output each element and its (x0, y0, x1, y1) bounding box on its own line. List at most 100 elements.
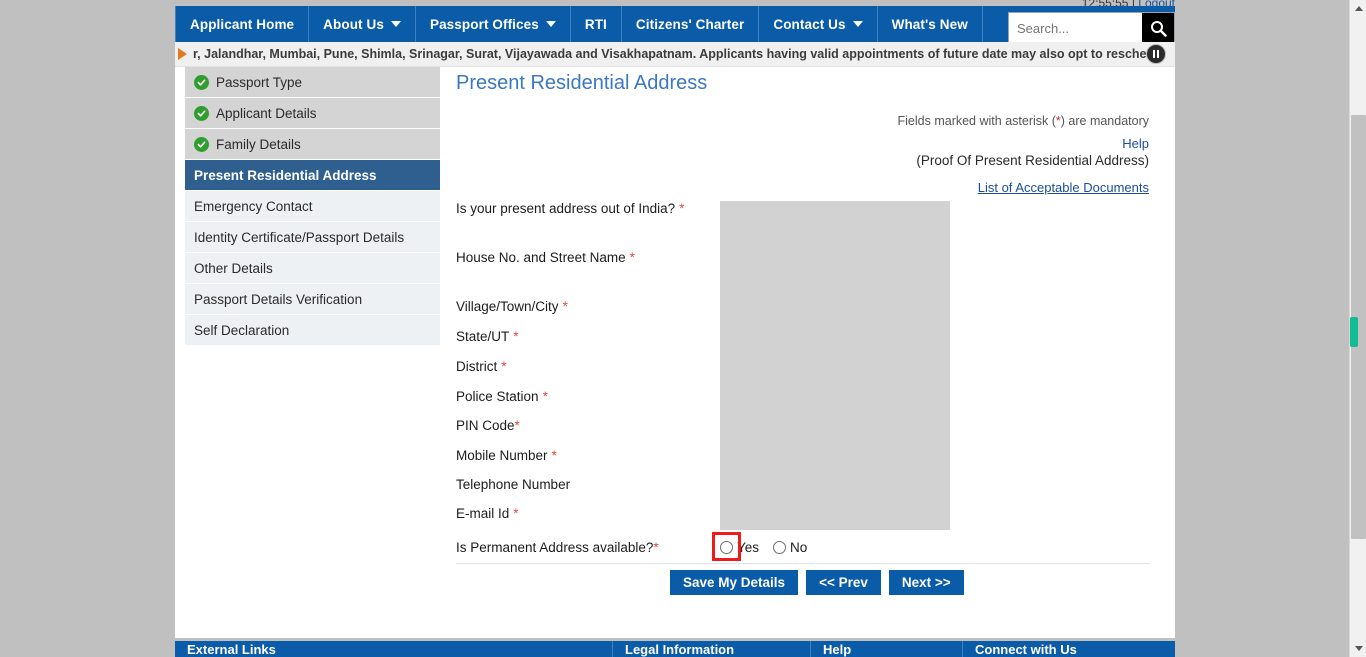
main-content: Passport Type Applicant Details Family Det… (175, 67, 1175, 638)
required-asterisk: * (629, 250, 635, 265)
chevron-down-icon (852, 21, 863, 27)
radio-option-yes[interactable]: Yes (712, 532, 773, 561)
scroll-down-arrow-icon[interactable] (1350, 640, 1366, 657)
field-label-is-your-present-address-out-of-india: Is your present address out of India? * (456, 201, 684, 216)
sidebar-item-identity-certificate-passport-details[interactable]: Identity Certificate/Passport Details (185, 222, 440, 253)
radio-label: No (790, 540, 808, 555)
required-asterisk: * (679, 201, 685, 216)
sidebar-item-label: Self Declaration (194, 322, 290, 338)
form-action-buttons: Save My Details << Prev Next >> (670, 570, 964, 595)
field-label-text: House No. and Street Name (456, 250, 626, 265)
nav-item-label: Applicant Home (190, 16, 295, 32)
nav-item-what-s-new[interactable]: What's New (878, 6, 983, 42)
search-input[interactable] (1009, 13, 1142, 43)
sidebar-item-label: Present Residential Address (194, 167, 377, 183)
field-label-state-ut: State/UT * (456, 329, 519, 344)
play-triangle-icon (178, 48, 187, 60)
nav-item-label: Citizens' Charter (635, 16, 745, 32)
page-background-left (0, 0, 175, 657)
nav-item-label: About Us (323, 16, 384, 32)
scroll-up-arrow-icon[interactable] (1350, 0, 1366, 17)
sidebar-item-other-details[interactable]: Other Details (185, 253, 440, 284)
sidebar-item-label: Identity Certificate/Passport Details (194, 229, 405, 245)
save-my-details-button[interactable]: Save My Details (670, 570, 799, 595)
footer-column-heading: Legal Information (625, 642, 735, 657)
field-label-text: State/UT (456, 329, 510, 344)
nav-item-citizens-charter[interactable]: Citizens' Charter (622, 6, 760, 42)
help-link[interactable]: Help (1005, 136, 1149, 151)
nav-item-about-us[interactable]: About Us (309, 6, 416, 42)
mandatory-note-suffix: ) are mandatory (1060, 114, 1149, 128)
sidebar-item-label: Passport Type (216, 74, 303, 90)
permanent-address-label: Is Permanent Address available?* (456, 540, 659, 555)
search-icon (1150, 20, 1167, 37)
nav-item-label: What's New (891, 16, 968, 32)
search-box (1008, 12, 1175, 44)
field-label-house-no-and-street-name: House No. and Street Name * (456, 250, 635, 265)
field-label-district: District * (456, 359, 507, 374)
field-label-e-mail-id: E-mail Id * (456, 506, 519, 521)
sidebar-item-label: Emergency Contact (194, 198, 313, 214)
sidebar-item-label: Passport Details Verification (194, 291, 363, 307)
nav-item-passport-offices[interactable]: Passport Offices (416, 6, 571, 42)
page-root: 12:55:55 | Logout Applicant Home About Us… (0, 0, 1366, 657)
radio-button-no[interactable] (773, 541, 787, 554)
permanent-address-row: Is Permanent Address available?* Yes No (456, 532, 1150, 564)
radio-button-yes[interactable] (720, 541, 733, 554)
sidebar-item-present-residential-address[interactable]: Present Residential Address (185, 160, 440, 191)
required-asterisk: * (562, 299, 568, 314)
required-asterisk: * (551, 448, 557, 463)
sidebar-item-passport-type[interactable]: Passport Type (185, 67, 440, 98)
chevron-down-icon (390, 21, 401, 27)
sidebar-item-label: Family Details (216, 136, 301, 152)
check-circle-icon (194, 74, 209, 90)
footer-column-heading: Connect with Us (975, 642, 1077, 657)
page-background-right (1175, 0, 1332, 657)
check-circle-icon (194, 105, 209, 121)
nav-item-label: Passport Offices (429, 16, 539, 32)
sidebar-item-self-declaration[interactable]: Self Declaration (185, 315, 440, 346)
page-title: Present Residential Address (456, 72, 708, 94)
field-label-mobile-number: Mobile Number * (456, 448, 557, 463)
sidebar-item-family-details[interactable]: Family Details (185, 129, 440, 160)
field-label-telephone-number: Telephone Number (456, 477, 570, 492)
mandatory-fields-note: Fields marked with asterisk (*) are mand… (705, 114, 1149, 128)
form-inputs-panel (720, 201, 950, 530)
field-label-text: Police Station (456, 389, 539, 404)
required-asterisk: * (501, 359, 507, 374)
nav-item-label: Contact Us (773, 16, 846, 32)
mandatory-note-prefix: Fields marked with asterisk ( (897, 114, 1056, 128)
prev-button[interactable]: << Prev (806, 570, 881, 595)
field-label-text: PIN Code (456, 418, 515, 433)
sidebar-item-applicant-details[interactable]: Applicant Details (185, 98, 440, 129)
footer-column-help: Help (810, 641, 962, 657)
next-button[interactable]: Next >> (888, 570, 964, 595)
field-label-village-town-city: Village/Town/City * (456, 299, 568, 314)
news-ticker: r, Jalandhar, Mumbai, Pune, Shimla, Srin… (175, 42, 1175, 67)
browser-scrollbar[interactable] (1349, 0, 1366, 657)
acceptable-documents-link[interactable]: List of Acceptable Documents (775, 180, 1149, 195)
sidebar-item-emergency-contact[interactable]: Emergency Contact (185, 191, 440, 222)
nav-item-label: RTI (584, 16, 607, 32)
field-label-text: E-mail Id (456, 506, 510, 521)
sidebar-item-passport-details-verification[interactable]: Passport Details Verification (185, 284, 440, 315)
chevron-down-icon (545, 21, 556, 27)
nav-item-rti[interactable]: RTI (571, 6, 622, 42)
field-label-police-station: Police Station * (456, 389, 548, 404)
radio-option-no[interactable]: No (773, 540, 821, 555)
proof-of-address-label: (Proof Of Present Residential Address) (916, 153, 1149, 168)
permanent-address-asterisk: * (653, 540, 659, 555)
footer-column-connect-with-us: Connect with Us (962, 641, 1175, 657)
pause-icon[interactable] (1147, 45, 1165, 63)
nav-item-contact-us[interactable]: Contact Us (759, 6, 878, 42)
required-asterisk: * (513, 329, 519, 344)
field-label-text: District (456, 359, 498, 374)
search-button[interactable] (1142, 13, 1174, 43)
permanent-address-label-text: Is Permanent Address available? (456, 540, 654, 555)
form-step-sidebar: Passport Type Applicant Details Family Det… (185, 67, 440, 346)
permanent-address-radio-group: Yes No (712, 532, 821, 561)
field-label-text: Mobile Number (456, 448, 548, 463)
field-label-text: Is your present address out of India? (456, 201, 676, 216)
nav-item-applicant-home[interactable]: Applicant Home (175, 6, 310, 42)
check-circle-icon (194, 136, 209, 152)
